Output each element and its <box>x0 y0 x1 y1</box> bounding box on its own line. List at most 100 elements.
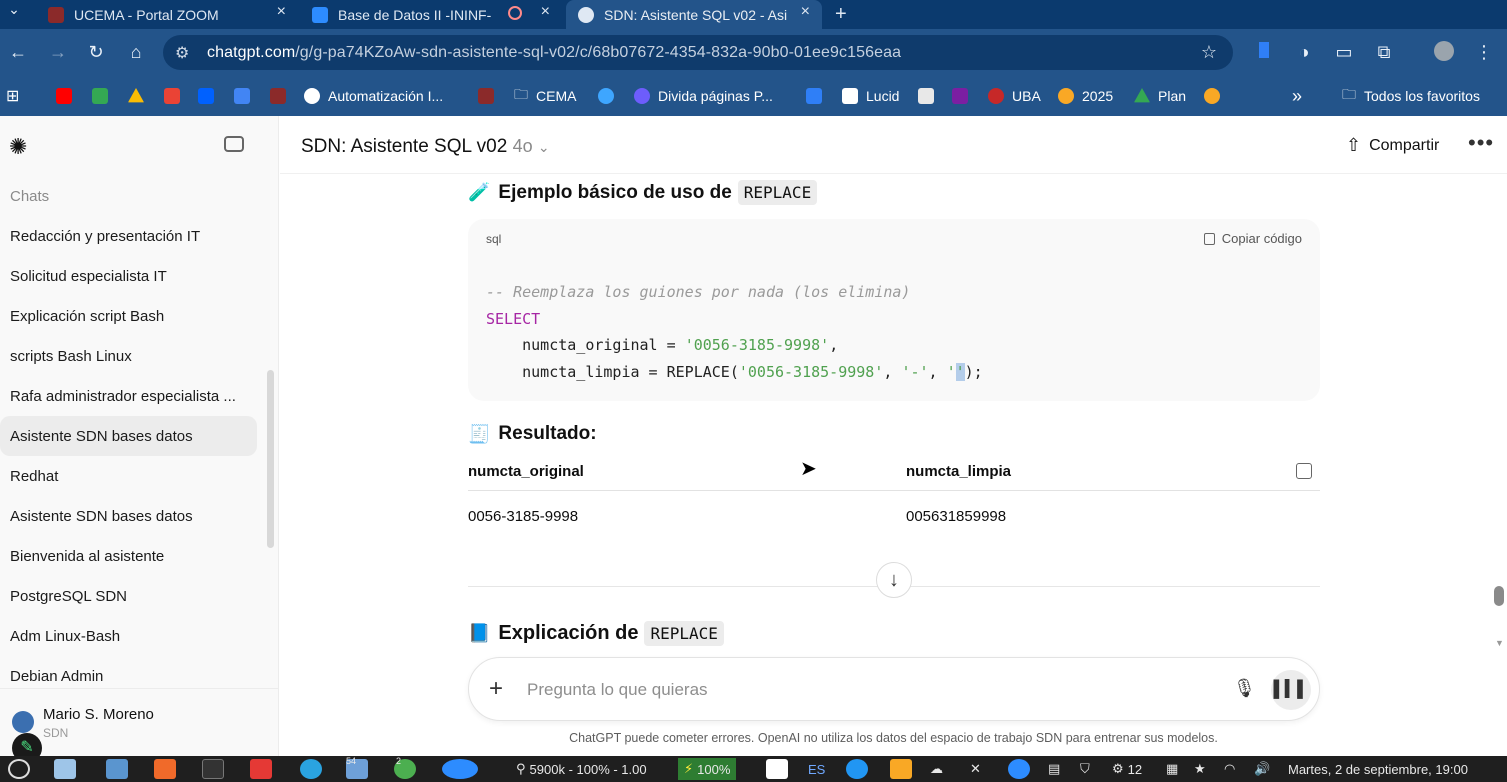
tab-list-chevron-icon[interactable]: ⌄ <box>2 0 26 20</box>
bookmark-ucema-icon[interactable] <box>478 86 502 106</box>
volume-icon[interactable]: 🔊 <box>1254 760 1270 778</box>
terminal-icon[interactable] <box>202 759 224 779</box>
tab-ucema[interactable]: UCEMA - Portal ZOOM × <box>36 0 298 29</box>
extension-icon-3[interactable]: ▭ <box>1332 41 1356 63</box>
bookmark-icon-u[interactable] <box>918 86 942 106</box>
add-attachment-icon[interactable]: + <box>489 675 503 703</box>
bookmark-icon-k[interactable] <box>952 86 976 106</box>
show-desktop-icon[interactable] <box>54 759 76 779</box>
home-icon[interactable]: ⌂ <box>124 41 148 63</box>
scroll-down-button[interactable]: ↓ <box>876 562 912 598</box>
new-tab-button[interactable]: + <box>835 0 847 29</box>
mint-menu-icon[interactable] <box>8 759 30 779</box>
address-url[interactable]: chatgpt.com/g/g-pa74KZoAw-sdn-asistente-… <box>207 44 901 62</box>
close-tab-icon[interactable]: × <box>801 3 810 21</box>
bookmarks-overflow-button[interactable]: » <box>1292 86 1302 106</box>
address-bar[interactable]: ⚙ chatgpt.com/g/g-pa74KZoAw-sdn-asistent… <box>163 35 1233 70</box>
hp-icon[interactable] <box>846 759 868 779</box>
chrome-icon[interactable]: 2 <box>394 756 416 779</box>
notes-icon[interactable]: ▦ <box>1166 760 1178 778</box>
bookmark-star-icon[interactable]: ☆ <box>1201 42 1217 63</box>
gmail-bookmark-icon[interactable] <box>164 86 188 106</box>
extension-trello-icon[interactable] <box>1252 41 1276 63</box>
bookmark-2025[interactable]: 2025 <box>1058 86 1113 106</box>
clock[interactable]: Martes, 2 de septiembre, 19:00 <box>1288 760 1468 778</box>
sidebar-chat-item[interactable]: Redacción y presentación IT <box>0 216 257 256</box>
tab-chatgpt[interactable]: SDN: Asistente SQL v02 - Asi × <box>566 0 822 29</box>
updates-indicator[interactable]: ⚙ 12 <box>1112 760 1142 778</box>
app-va-icon[interactable] <box>766 759 788 779</box>
extension-icon-2[interactable]: ◑ <box>1292 41 1316 63</box>
app-yellow-icon[interactable] <box>890 759 912 779</box>
user-account[interactable]: Mario S. Moreno SDN ✎ <box>0 688 279 763</box>
telegram-icon[interactable] <box>300 759 322 779</box>
all-bookmarks-folder[interactable]: 🗀 Todos los favoritos <box>1342 86 1480 106</box>
sidebar-chat-item[interactable]: scripts Bash Linux <box>0 336 257 376</box>
sidebar-chat-item[interactable]: Bienvenida al asistente <box>0 536 257 576</box>
files-icon[interactable] <box>106 759 128 779</box>
calendar-bookmark-icon[interactable] <box>234 86 258 106</box>
avatar[interactable] <box>12 711 34 733</box>
scroll-arrow-down-icon[interactable]: ▼ <box>1495 638 1504 648</box>
bookmark-icon-last[interactable] <box>1204 86 1228 106</box>
voice-mode-icon[interactable]: ▌▍▌ <box>1271 670 1311 710</box>
favorites-star-icon[interactable]: ★ <box>1194 760 1206 778</box>
app-orange-icon[interactable] <box>154 759 176 779</box>
close-tab-icon[interactable]: × <box>277 3 286 21</box>
bookmark-icon-7[interactable] <box>270 86 294 106</box>
clipboard-icon[interactable]: ▤ <box>1048 760 1060 778</box>
drive-bookmark-icon[interactable] <box>128 86 152 106</box>
browser-menu-icon[interactable]: ⋮ <box>1472 41 1496 63</box>
bookmark-automatizacion[interactable]: Automatización I... <box>304 86 443 106</box>
app-badge-icon[interactable]: 54 <box>346 756 368 779</box>
wifi-icon[interactable]: ◠ <box>1224 760 1235 778</box>
toggle-sidebar-icon[interactable] <box>224 136 244 152</box>
cpu-monitor[interactable]: ⚲ 5900k - 100% - 1.00 <box>516 760 647 778</box>
sidebar-chat-item[interactable]: Solicitud especialista IT <box>0 256 257 296</box>
microphone-icon[interactable]: 🎙 <box>1233 678 1256 699</box>
app-x-icon[interactable]: ✕ <box>970 760 981 778</box>
bookmark-cema[interactable]: 🗀 CEMA <box>514 86 576 106</box>
app-red-icon[interactable] <box>250 759 272 779</box>
dropbox-bookmark-icon[interactable] <box>198 86 222 106</box>
apps-grid-icon[interactable]: ⊞ <box>6 86 19 106</box>
openai-logo-icon[interactable]: ✺ <box>9 134 27 160</box>
bookmark-cloud-icon[interactable] <box>598 86 622 106</box>
share-button[interactable]: ⇧ Compartir <box>1346 135 1439 156</box>
forward-icon[interactable]: → <box>46 41 70 63</box>
more-options-button[interactable]: ••• <box>1468 130 1494 156</box>
bookmark-plan[interactable]: Plan <box>1134 86 1186 106</box>
sidebar-scrollbar[interactable] <box>267 370 274 548</box>
copy-code-button[interactable]: Copiar código <box>1203 231 1302 246</box>
bookmark-icon-2[interactable] <box>92 86 116 106</box>
youtube-bookmark-icon[interactable] <box>56 86 80 106</box>
reload-icon[interactable]: ↻ <box>84 41 108 63</box>
sidebar-chat-item[interactable]: Explicación script Bash <box>0 296 257 336</box>
shield-icon[interactable]: ⛉ <box>1080 760 1090 778</box>
prompt-input[interactable]: Pregunta lo que quieras <box>527 680 708 700</box>
profile-avatar-icon[interactable] <box>1432 41 1456 66</box>
sidebar-chat-item[interactable]: PostgreSQL SDN <box>0 576 257 616</box>
bookmark-uba[interactable]: UBA <box>988 86 1041 106</box>
sidebar-chat-item[interactable]: Adm Linux-Bash <box>0 616 257 656</box>
tab-zoom[interactable]: Base de Datos II -ININF- × <box>300 0 562 29</box>
page-scrollbar[interactable] <box>1494 586 1504 606</box>
extensions-puzzle-icon[interactable]: ⧉ <box>1372 41 1396 63</box>
keyboard-layout[interactable]: ES <box>808 760 825 778</box>
close-tab-icon[interactable]: × <box>541 3 550 21</box>
sidebar-chat-item[interactable]: Asistente SDN bases datos <box>0 416 257 456</box>
sidebar-chat-item[interactable]: Rafa administrador especialista ... <box>0 376 257 416</box>
code-content[interactable]: -- Reemplaza los guiones por nada (los e… <box>486 279 983 385</box>
bookmark-trello-icon[interactable] <box>806 86 830 106</box>
zoom-taskbar-icon[interactable] <box>442 759 478 779</box>
bookmark-lucid[interactable]: Lucid <box>842 86 899 106</box>
battery-indicator[interactable]: ⚡ 100% <box>678 758 737 780</box>
back-icon[interactable]: ← <box>6 41 30 63</box>
copy-table-icon[interactable] <box>1296 463 1312 479</box>
zoom-tray-icon[interactable] <box>1008 759 1030 779</box>
cloud-icon[interactable]: ☁ <box>930 760 943 778</box>
sidebar-chat-item[interactable]: Asistente SDN bases datos <box>0 496 257 536</box>
sidebar-chat-item[interactable]: Redhat <box>0 456 257 496</box>
site-info-icon[interactable]: ⚙ <box>175 43 195 63</box>
model-selector[interactable]: SDN: Asistente SQL v02 4o ⌄ <box>301 136 550 158</box>
